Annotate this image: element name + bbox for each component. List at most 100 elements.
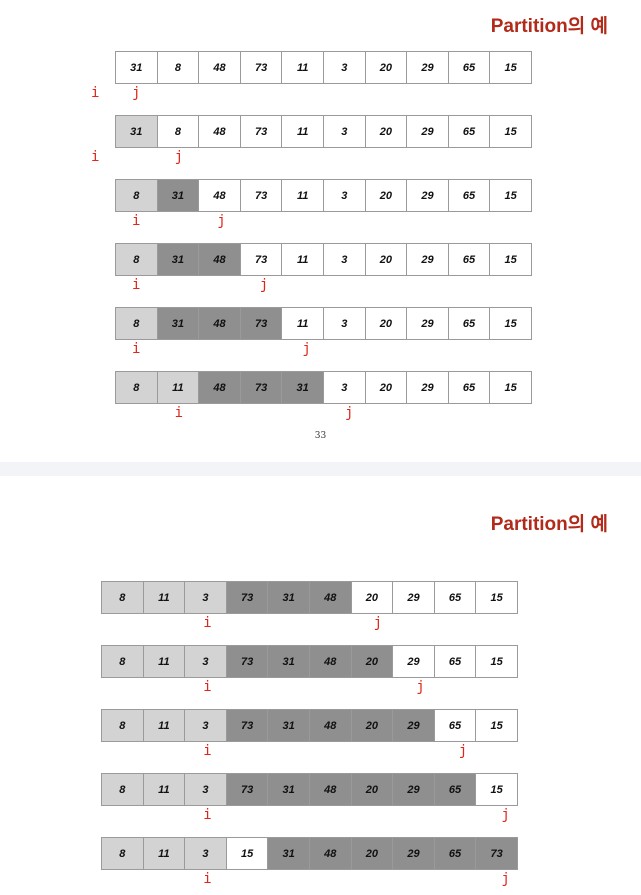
j-pointer: j (416, 679, 425, 695)
array-cell: 3 (322, 307, 366, 340)
array-cell: 3 (184, 837, 227, 870)
array-cell: 48 (308, 645, 352, 678)
array-cell: 29 (392, 837, 435, 870)
array-cell: 20 (364, 115, 408, 148)
i-pointer: i (203, 807, 212, 823)
array-cell: 31 (156, 243, 200, 276)
array-cell: 11 (142, 837, 186, 870)
slide-2: Partition의 예 8 11 3 73 31 48 20 29 65 15 i j 8 11 3 73 3… (0, 476, 641, 895)
array-cell: 65 (447, 243, 491, 276)
array-cell: 3 (184, 709, 227, 742)
array-cell: 11 (281, 179, 324, 212)
array-cell: 48 (308, 709, 352, 742)
array-cell: 73 (239, 115, 283, 148)
array-cell: 3 (184, 773, 227, 806)
array-cells: 8 31 48 73 11 3 20 29 65 15 (115, 307, 532, 340)
array-cell: 15 (475, 709, 518, 742)
array-cell: 48 (198, 371, 241, 404)
slide-1: Partition의 예 31 8 48 73 11 3 20 29 65 15 i j 31 8 48 73… (0, 0, 641, 462)
array-cell: 48 (198, 243, 241, 276)
array-cell: 31 (115, 51, 158, 84)
array-cell: 11 (142, 581, 186, 614)
array-cell: 29 (406, 179, 449, 212)
array-cell: 15 (489, 179, 532, 212)
array-cell: 20 (350, 645, 394, 678)
array-cell: 29 (406, 307, 449, 340)
array-cell: 31 (267, 645, 310, 678)
array-cell: 3 (184, 645, 227, 678)
array-cell: 15 (489, 371, 532, 404)
array-cell: 8 (156, 51, 200, 84)
array-cell: 20 (350, 837, 394, 870)
array-cell: 20 (364, 51, 408, 84)
array-cell: 73 (475, 837, 518, 870)
array-cell: 48 (308, 773, 352, 806)
array-cell: 73 (239, 307, 283, 340)
array-cell: 3 (322, 115, 366, 148)
array-cell: 73 (239, 243, 283, 276)
array-cell: 11 (281, 243, 324, 276)
array-cells: 31 8 48 73 11 3 20 29 65 15 (115, 115, 532, 148)
array-cells: 8 31 48 73 11 3 20 29 65 15 (115, 179, 532, 212)
array-cell: 11 (281, 115, 324, 148)
j-pointer: j (458, 743, 468, 759)
array-cell: 48 (198, 179, 241, 212)
array-cell: 29 (392, 581, 435, 614)
i-pointer: i (203, 743, 212, 759)
array-cell: 20 (350, 773, 394, 806)
array-cells: 8 11 3 15 31 48 20 29 65 73 (101, 837, 518, 870)
array-cell: 15 (475, 773, 518, 806)
array-cell: 20 (350, 709, 394, 742)
i-pointer: i (203, 615, 212, 631)
array-cell: 20 (364, 371, 408, 404)
array-cell: 73 (239, 179, 283, 212)
slide-title: Partition의 예 (490, 16, 608, 37)
array-cell: 3 (184, 581, 227, 614)
i-pointer: i (203, 871, 212, 887)
array-cell: 8 (115, 307, 158, 340)
array-cell: 73 (239, 51, 283, 84)
i-pointer: i (91, 149, 100, 165)
array-cell: 65 (447, 51, 491, 84)
array-cell: 48 (198, 307, 241, 340)
array-cell: 29 (392, 709, 435, 742)
array-cell: 15 (475, 581, 518, 614)
array-cell: 48 (198, 51, 241, 84)
array-cell: 15 (489, 51, 532, 84)
array-cell: 65 (447, 179, 491, 212)
i-pointer: i (132, 277, 141, 293)
array-cell: 29 (406, 115, 449, 148)
j-pointer: j (259, 277, 269, 293)
array-cell: 11 (156, 371, 200, 404)
i-pointer: i (132, 341, 141, 357)
array-cell: 31 (267, 837, 310, 870)
i-pointer: i (91, 85, 100, 101)
array-cell: 73 (225, 581, 269, 614)
array-cell: 8 (101, 581, 144, 614)
array-cell: 29 (406, 371, 449, 404)
array-cell: 11 (142, 709, 186, 742)
array-cell: 20 (364, 243, 408, 276)
array-cell: 3 (322, 179, 366, 212)
array-cell: 29 (392, 645, 435, 678)
array-cell: 65 (433, 773, 477, 806)
array-cell: 15 (489, 307, 532, 340)
array-cells: 8 11 48 73 31 3 20 29 65 15 (115, 371, 532, 404)
array-cell: 65 (433, 837, 477, 870)
j-pointer: j (217, 213, 226, 229)
j-pointer: j (373, 615, 383, 631)
array-cell: 65 (433, 581, 477, 614)
array-cell: 20 (350, 581, 394, 614)
array-cell: 11 (281, 307, 324, 340)
array-cell: 8 (101, 645, 144, 678)
j-pointer: j (501, 807, 510, 823)
array-cell: 20 (364, 307, 408, 340)
array-cells: 31 8 48 73 11 3 20 29 65 15 (115, 51, 532, 84)
array-cell: 65 (433, 645, 477, 678)
array-cell: 8 (156, 115, 200, 148)
array-cell: 73 (239, 371, 283, 404)
array-cell: 31 (267, 773, 310, 806)
array-cell: 8 (101, 709, 144, 742)
i-pointer: i (203, 679, 212, 695)
j-pointer: j (302, 341, 311, 357)
